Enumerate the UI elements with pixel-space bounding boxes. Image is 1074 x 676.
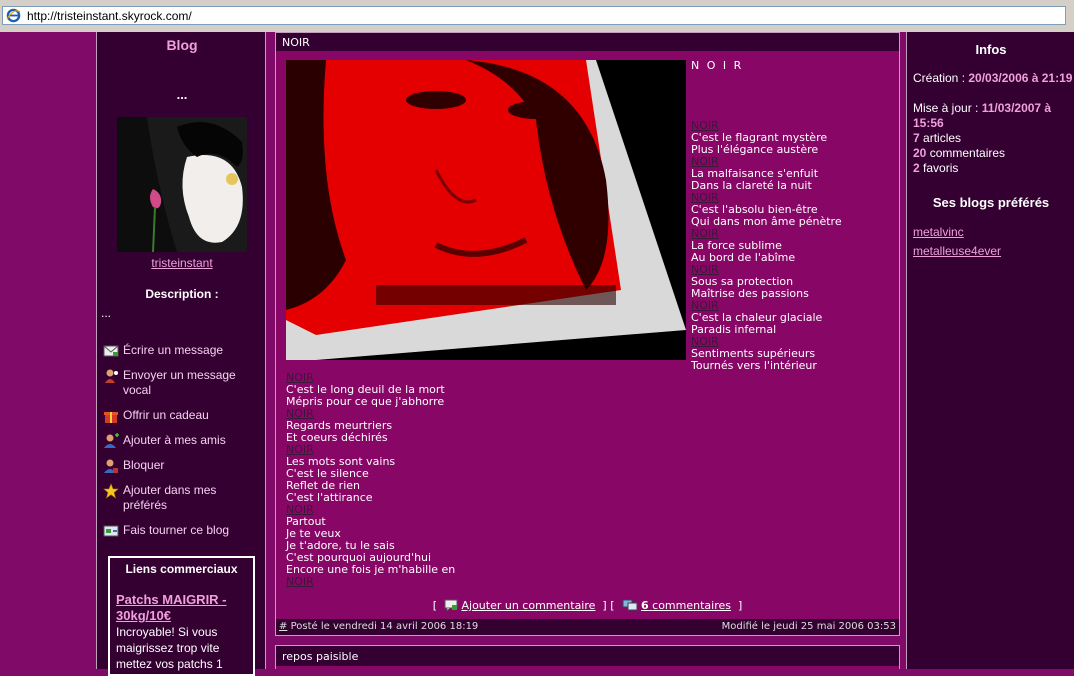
fav-blog-link[interactable]: metalvinc	[913, 225, 964, 239]
comments-count: 6	[641, 599, 649, 612]
avatar[interactable]	[117, 117, 247, 252]
action-label: Bloquer	[123, 458, 165, 472]
poem-right-column: N O I R NOIR C'est le flagrant mystère Plu…	[691, 60, 842, 372]
url-field[interactable]: http://tristeinstant.skyrock.com/	[2, 6, 1066, 25]
action-label: Envoyer un message vocal	[123, 368, 236, 397]
action-label: Offrir un cadeau	[123, 408, 209, 422]
ie-logo-icon	[6, 8, 21, 23]
next-article-header: repos paisible	[276, 646, 899, 666]
poem-refrain: NOIR	[286, 575, 314, 588]
creation-value: 20/03/2006 à 21:19	[968, 71, 1073, 85]
sidebar-dots: ...	[176, 87, 188, 102]
add-friend-icon	[104, 433, 119, 448]
next-article-title[interactable]: repos paisible	[282, 650, 358, 663]
action-label: Écrire un message	[123, 343, 224, 357]
add-comment-icon	[444, 599, 458, 613]
username-link[interactable]: tristeinstant	[97, 256, 267, 270]
poem-bottom-column: NOIR C'est le long deuil de la mort Mépris…	[286, 372, 455, 588]
articles-count-row: 7 articles	[913, 131, 962, 145]
commercial-link[interactable]: Patchs MAIGRIR - 30kg/10€	[116, 592, 251, 624]
comments-word: commentaires	[652, 599, 731, 612]
poem-intro: N O I R	[691, 59, 744, 72]
comments-link[interactable]: 6 commentaires	[641, 599, 731, 612]
url-text: http://tristeinstant.skyrock.com/	[27, 9, 192, 23]
posted-date: Posté le vendredi 14 avril 2006 18:19	[290, 621, 479, 632]
action-label: Ajouter à mes amis	[123, 433, 226, 447]
commercial-links-box: Liens commerciaux Patchs MAIGRIR - 30kg/…	[108, 556, 255, 676]
modified-date: Modifié le jeudi 25 mai 2006 03:53	[721, 621, 896, 632]
article-header: NOIR	[276, 33, 899, 51]
creation-row: Création : 20/03/2006 à 21:19	[913, 71, 1073, 85]
fav-blogs-heading: Ses blogs préférés	[932, 195, 1050, 210]
comments-count-row: 20 commentaires	[913, 146, 1006, 160]
browser-address-bar: http://tristeinstant.skyrock.com/	[0, 0, 1074, 32]
block-user-icon	[104, 459, 118, 473]
action-label: Fais tourner ce blog	[123, 523, 230, 537]
article-footer: # Posté le vendredi 14 avril 2006 18:19 …	[276, 619, 899, 635]
next-article: repos paisible	[275, 645, 900, 669]
article-actions: [ Ajouter un commentaire ] [ 6 commentai…	[432, 599, 743, 613]
share-blog-icon	[103, 525, 119, 537]
infos-heading: Infos	[975, 42, 1007, 57]
description-heading: Description :	[145, 287, 219, 301]
left-sidebar: Blog ... tristeinstant Description : ...…	[96, 32, 267, 676]
star-icon	[103, 483, 119, 499]
commercial-heading: Liens commerciaux	[125, 562, 238, 576]
article-photo[interactable]	[286, 60, 686, 360]
poem-line: Tournés vers l'intérieur	[691, 359, 817, 372]
fav-blog-link[interactable]: metalleuse4ever	[913, 244, 1001, 258]
right-sidebar: Infos Création : 20/03/2006 à 21:19 Mise…	[906, 32, 1074, 669]
add-comment-link[interactable]: Ajouter un commentaire	[461, 599, 595, 612]
commercial-text: Incroyable! Si vous maigrissez trop vite…	[116, 625, 223, 671]
action-label: Ajouter dans mes préférés	[123, 483, 217, 512]
favorites-count-row: 2 favoris	[913, 161, 959, 175]
envelope-icon	[103, 345, 119, 357]
voice-message-icon	[105, 369, 118, 383]
article-title: NOIR	[282, 36, 310, 49]
description-value: ...	[101, 306, 112, 320]
comments-icon	[622, 599, 637, 611]
sidebar-title: Blog	[166, 37, 198, 53]
gift-icon	[104, 412, 118, 423]
article: NOIR N O I R NOIR C'est le flagrant mystè…	[275, 32, 900, 636]
update-row: Mise à jour : 11/03/2007 à 15:56	[913, 101, 1052, 130]
permalink[interactable]: #	[279, 621, 287, 632]
